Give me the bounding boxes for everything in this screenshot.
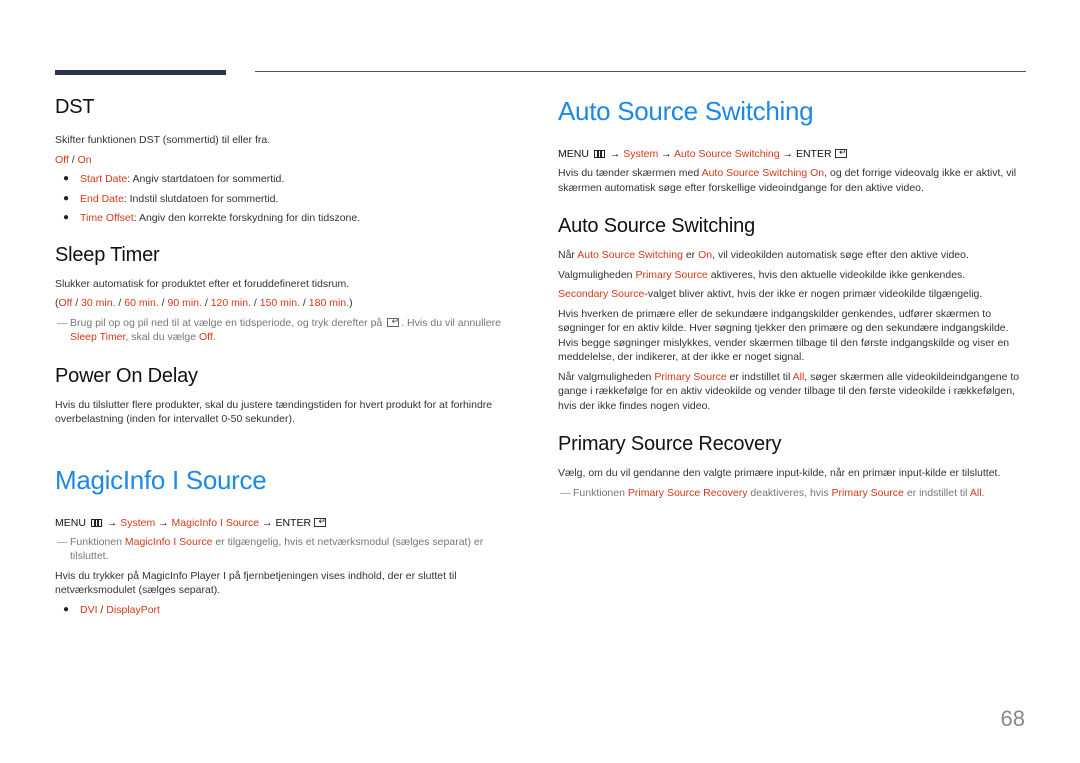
menu-icon [593, 150, 605, 158]
paragraph: Når valgmuligheden Primary Source er ind… [558, 370, 1020, 412]
magicinfo-note: — Funktionen MagicInfo I Source er tilgæn… [57, 535, 484, 563]
paragraph: Valgmuligheden Primary Source aktiveres,… [558, 268, 966, 281]
list-item: ● End Date: Indstil slutdatoen for sommer… [63, 192, 279, 205]
menu-icon [90, 518, 102, 527]
dst-description: Skifter funktionen DST (sommertid) til e… [55, 134, 271, 146]
option-off: Off [55, 153, 69, 166]
sleep-timer-note: — Brug pil op og pil ned til at vælge en … [55, 314, 520, 345]
menu-path: MENU → System → Auto Source Switching → … [558, 145, 1028, 161]
menu-path: MENU → System → MagicInfo I Source → ENT… [55, 514, 520, 530]
dst-bullet-list: ● Start Date: Angiv startdatoen for somme… [55, 172, 520, 226]
primary-recovery-section: Primary Source Recovery Vælg, om du vil … [558, 433, 1028, 500]
sleep-timer-section: Sleep Timer Slukker automatisk for produ… [55, 244, 520, 345]
auto-source-title: Auto Source Switching [558, 96, 814, 126]
sleep-timer-title: Sleep Timer [55, 243, 160, 266]
magicinfo-section: MagicInfo I Source MENU → System → Magic… [55, 465, 520, 618]
enter-icon [834, 145, 847, 159]
paragraph: Secondary Source-valget bliver aktivt, h… [558, 288, 983, 300]
enter-icon [387, 314, 400, 328]
right-column: Auto Source Switching MENU → System → Au… [558, 96, 1028, 500]
magicinfo-description: Hvis du trykker på MagicInfo Player I på… [55, 569, 457, 597]
enter-icon [314, 514, 327, 528]
primary-recovery-description: Vælg, om du vil gendanne den valgte prim… [558, 467, 1001, 479]
option-on: On [77, 153, 92, 166]
list-item: ● DVI / DisplayPort [63, 603, 160, 616]
bullet-icon: ● [63, 212, 70, 223]
primary-recovery-title: Primary Source Recovery [558, 433, 782, 455]
dst-title: DST [55, 96, 95, 118]
bullet-icon: ● [63, 603, 70, 615]
bullet-icon: ● [63, 173, 70, 184]
list-item: ● Start Date: Angiv startdatoen for somme… [63, 173, 285, 185]
header-rule-thick [55, 70, 226, 75]
auto-source-section: Auto Source Switching MENU → System → Au… [558, 96, 1028, 195]
list-item: ● Time Offset: Angiv den korrekte forskyd… [63, 212, 361, 224]
page-number: 68 [1000, 706, 1025, 731]
bullet-icon: ● [63, 192, 70, 204]
left-column: DST Skifter funktionen DST (sommertid) t… [55, 96, 520, 617]
magicinfo-title: MagicInfo I Source [55, 464, 267, 495]
note-dash-icon: — [57, 535, 68, 548]
primary-recovery-note: — Funktionen Primary Source Recovery deak… [560, 486, 985, 499]
note-dash-icon: — [57, 316, 68, 329]
magicinfo-bullet-list: ● DVI / DisplayPort [55, 603, 520, 618]
paragraph: Hvis hverken de primære eller de sekundæ… [558, 307, 1010, 364]
power-on-delay-description: Hvis du tilslutter flere produkter, skal… [55, 398, 493, 426]
paragraph: Når Auto Source Switching er On, vil vid… [558, 249, 969, 261]
header-rule-thin [255, 71, 1026, 72]
power-on-delay-section: Power On Delay Hvis du tilslutter flere … [55, 365, 520, 427]
sleep-timer-description: Slukker automatisk for produktet efter e… [55, 277, 350, 290]
auto-source-subsection: Auto Source Switching Når Auto Source Sw… [558, 215, 1028, 413]
note-dash-icon: — [560, 486, 571, 499]
power-on-delay-title: Power On Delay [55, 364, 198, 387]
dst-options: Off / On [55, 153, 92, 166]
sleep-timer-options: (Off / 30 min. / 60 min. / 90 min. / 120… [55, 297, 353, 309]
auto-source-subtitle: Auto Source Switching [558, 215, 756, 237]
auto-source-description: Hvis du tænder skærmen med Auto Source S… [558, 167, 1017, 194]
dst-section: DST Skifter funktionen DST (sommertid) t… [55, 96, 520, 226]
